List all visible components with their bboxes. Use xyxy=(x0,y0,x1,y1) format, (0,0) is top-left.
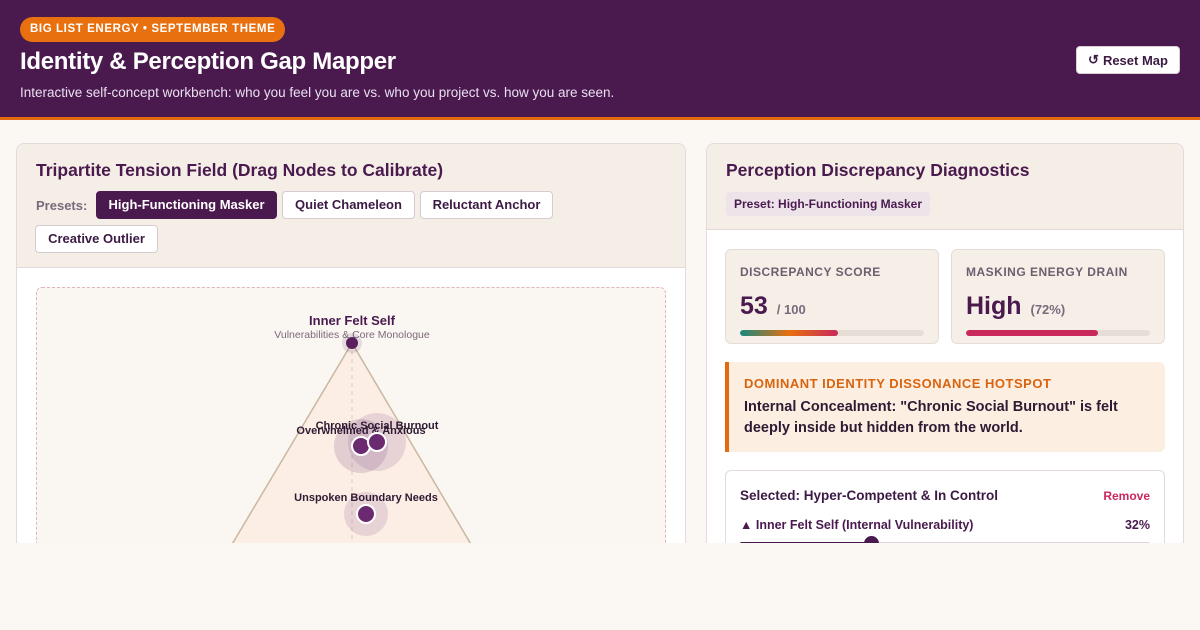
node-burnout-label: Chronic Social Burnout xyxy=(316,420,439,432)
preset-quiet-chameleon[interactable]: Quiet Chameleon xyxy=(282,191,415,219)
masking-energy-card: MASKING ENERGY DRAIN High (72%) xyxy=(951,249,1165,344)
inner-felt-self-slider-label: ▲ Inner Felt Self (Internal Vulnerabilit… xyxy=(740,518,974,532)
diagnostics-title: Perception Discrepancy Diagnostics xyxy=(726,160,1030,180)
masking-energy-bar xyxy=(966,330,1150,336)
hotspot-text: Internal Concealment: "Chronic Social Bu… xyxy=(744,399,1118,436)
discrepancy-score-value: 53 / 100 xyxy=(740,292,806,321)
inner-felt-self-slider-value: 32% xyxy=(1124,518,1150,532)
remove-node-link[interactable]: Remove xyxy=(1103,489,1150,503)
vertex-top-handle[interactable] xyxy=(346,337,358,349)
tension-field-svg: Inner Felt Self Vulnerabilities & Core M… xyxy=(231,313,472,543)
diagnostics-panel: Perception Discrepancy Diagnostics Prese… xyxy=(706,143,1184,543)
masking-energy-level: High xyxy=(966,292,1022,320)
hotspot-label: DOMINANT IDENTITY DISSONANCE HOTSPOT xyxy=(744,376,1052,391)
tension-field-canvas[interactable]: Inner Felt Self Vulnerabilities & Core M… xyxy=(36,287,666,543)
active-preset-chip: Preset: High-Functioning Masker xyxy=(726,192,931,216)
tension-field-title: Tripartite Tension Field (Drag Nodes to … xyxy=(36,160,444,180)
preset-reluctant-anchor[interactable]: Reluctant Anchor xyxy=(420,191,553,219)
masking-energy-value: High (72%) xyxy=(966,292,1065,321)
tension-field-header: Tripartite Tension Field (Drag Nodes to … xyxy=(17,144,685,268)
node-boundary-label: Unspoken Boundary Needs xyxy=(294,492,438,504)
presets-label: Presets: xyxy=(36,198,88,213)
discrepancy-score-card: DISCREPANCY SCORE 53 / 100 xyxy=(725,249,939,344)
tension-field-panel: Tripartite Tension Field (Drag Nodes to … xyxy=(16,143,686,543)
node-boundary[interactable] xyxy=(356,504,376,524)
masking-energy-percent: (72%) xyxy=(1030,302,1066,317)
masking-energy-bar-fill xyxy=(966,330,1099,336)
selected-node-card: Selected: Hyper-Competent & In Control R… xyxy=(725,470,1165,543)
discrepancy-score-label: DISCREPANCY SCORE xyxy=(740,265,881,279)
discrepancy-score-bar-fill xyxy=(740,330,838,336)
node-burnout[interactable] xyxy=(367,432,387,452)
preset-creative-outlier[interactable]: Creative Outlier xyxy=(35,225,158,253)
masking-energy-label: MASKING ENERGY DRAIN xyxy=(966,265,1128,279)
discrepancy-score-unit: / 100 xyxy=(776,302,806,317)
discrepancy-score-bar xyxy=(740,330,924,336)
slider-thumb[interactable] xyxy=(864,536,880,543)
selected-node-title: Selected: Hyper-Competent & In Control xyxy=(740,488,999,503)
content-viewport: Tripartite Tension Field (Drag Nodes to … xyxy=(0,0,1200,543)
discrepancy-score-number: 53 xyxy=(740,292,768,320)
vertex-inner-felt-self-title: Inner Felt Self xyxy=(309,313,396,328)
inner-felt-self-slider[interactable] xyxy=(740,536,1150,543)
preset-high-functioning-masker[interactable]: High-Functioning Masker xyxy=(96,191,277,219)
diagnostics-header: Perception Discrepancy Diagnostics Prese… xyxy=(707,144,1183,230)
dissonance-hotspot-callout: DOMINANT IDENTITY DISSONANCE HOTSPOT Int… xyxy=(725,362,1165,452)
slider-fill xyxy=(740,542,872,543)
